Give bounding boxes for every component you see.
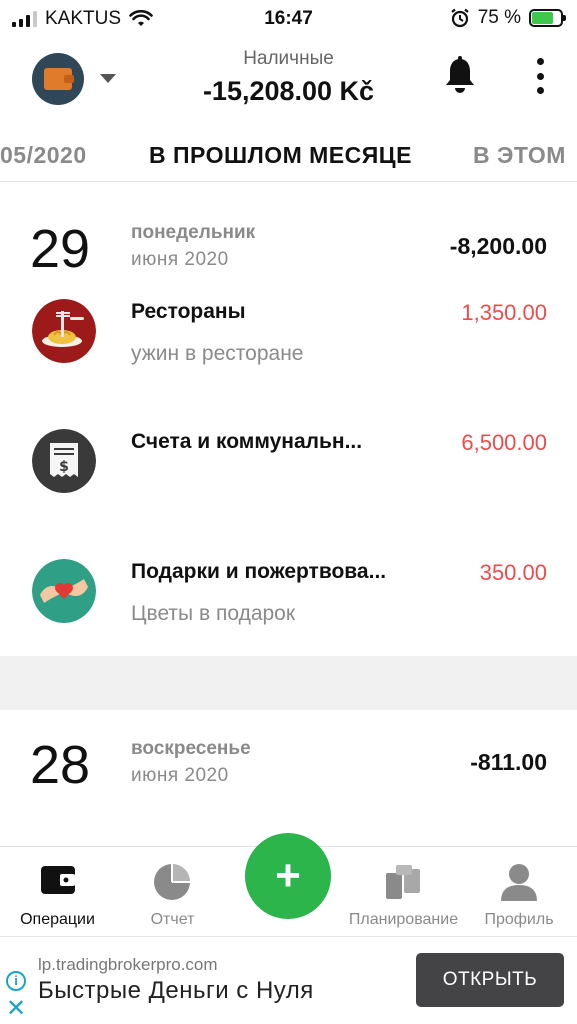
header: Наличные -15,208.00 Kč [0, 38, 577, 118]
profile-icon [501, 864, 537, 901]
svg-text:$: $ [59, 459, 69, 475]
alarm-icon [450, 8, 469, 28]
tab-previous-period[interactable]: 05/2020 [0, 142, 87, 169]
battery-icon [529, 9, 566, 27]
ad-title: Быстрые Деньги с Нуля [38, 977, 314, 1004]
account-name: Наличные [243, 48, 334, 69]
status-right: 75 % [450, 7, 566, 29]
day-group: 28 воскресенье июня 2020 -811.00 [0, 710, 577, 846]
day-month: июня 2020 [131, 765, 229, 786]
transaction-row[interactable]: $ Счета и коммунальн... 6,500.00 [0, 412, 577, 522]
ad-url: lp.tradingbrokerpro.com [38, 955, 218, 974]
day-weekday: понедельник [131, 222, 256, 243]
day-total: -811.00 [470, 749, 547, 775]
nav-report[interactable]: Отчет [115, 847, 230, 937]
bottom-nav: Операции Отчет + Планирование Профиль [0, 833, 577, 937]
transactions-list: 29 понедельник июня 2020 -8,200.00 Ресто… [0, 194, 577, 846]
account-balance: -15,208.00 Kč [202, 76, 375, 106]
nav-profile[interactable]: Профиль [461, 847, 577, 937]
transaction-note: ужин в ресторане [131, 342, 304, 365]
pie-chart-icon [154, 864, 190, 900]
bill-icon: $ [32, 429, 96, 493]
status-bar: KAKTUS 16:47 75 % [0, 0, 577, 38]
close-icon[interactable]: ✕ [6, 997, 26, 1021]
tab-this-month[interactable]: В ЭТОМ [473, 142, 566, 169]
nav-operations[interactable]: Операции [0, 847, 115, 937]
day-number: 28 [30, 735, 91, 795]
ad-open-button[interactable]: ОТКРЫТЬ [416, 953, 564, 1007]
day-weekday: воскресенье [131, 738, 251, 759]
planning-icon [386, 865, 420, 899]
transaction-category: Счета и коммунальн... [131, 430, 363, 453]
battery-fill [532, 12, 553, 24]
transaction-amount: 6,500.00 [461, 430, 547, 455]
transaction-amount: 1,350.00 [461, 300, 547, 325]
transaction-category: Подарки и пожертвова... [131, 560, 387, 583]
info-icon[interactable]: i [6, 971, 26, 991]
transaction-row[interactable]: Рестораны ужин в ресторане 1,350.00 [0, 282, 577, 392]
day-separator [0, 656, 577, 710]
transaction-amount: 350.00 [479, 560, 547, 585]
nav-label: Планирование [348, 911, 459, 928]
bell-icon[interactable] [444, 56, 476, 94]
add-transaction-button[interactable]: + [245, 833, 331, 919]
tab-last-month[interactable]: В ПРОШЛОМ МЕСЯЦЕ [149, 142, 412, 169]
nav-label: Отчет [150, 911, 195, 928]
day-number: 29 [30, 219, 91, 279]
ad-banner[interactable]: i ✕ lp.tradingbrokerpro.com Быстрые День… [0, 936, 577, 1024]
transaction-category: Рестораны [131, 300, 246, 323]
nav-label: Профиль [484, 911, 554, 928]
transaction-note: Цветы в подарок [131, 602, 296, 625]
nav-planning[interactable]: Планирование [346, 847, 461, 937]
transaction-row[interactable]: Подарки и пожертвова... Цветы в подарок … [0, 542, 577, 652]
wallet-icon [41, 866, 75, 894]
restaurant-icon [32, 299, 96, 363]
battery-percent: 75 % [477, 7, 521, 28]
day-group: 29 понедельник июня 2020 -8,200.00 Ресто… [0, 194, 577, 656]
more-menu-icon[interactable] [535, 58, 545, 94]
nav-label: Операции [20, 911, 95, 928]
day-total: -8,200.00 [449, 233, 547, 259]
day-month: июня 2020 [131, 249, 229, 270]
period-tabs: 05/2020 В ПРОШЛОМ МЕСЯЦЕ В ЭТОМ [0, 126, 577, 182]
plus-icon: + [275, 851, 301, 900]
gift-donation-icon [32, 559, 96, 623]
